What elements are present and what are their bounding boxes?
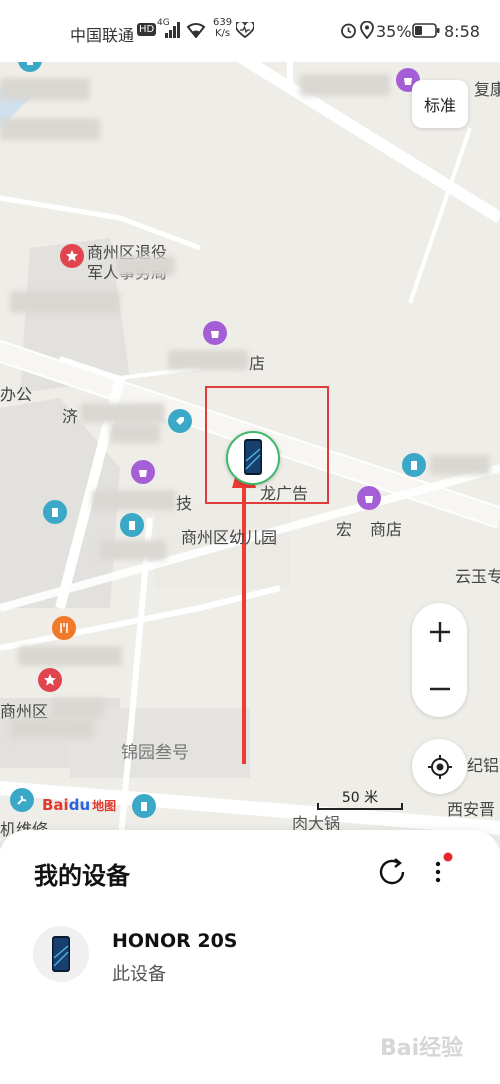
device-avatar[interactable] xyxy=(33,926,89,982)
blurred-label xyxy=(10,291,120,313)
location-icon xyxy=(360,20,374,43)
building-pin-icon[interactable] xyxy=(43,500,67,524)
building-pin-icon[interactable] xyxy=(132,794,156,818)
blurred-label xyxy=(0,78,90,100)
poi-label: 济 xyxy=(62,407,79,426)
government-pin-icon[interactable] xyxy=(38,668,62,692)
battery-percent: 35% xyxy=(376,22,412,41)
poi-label: 云玉专 xyxy=(455,567,500,586)
watermark: Bai经验 xyxy=(380,1036,464,1061)
shop-pin-icon[interactable] xyxy=(357,486,381,510)
building-pin-icon[interactable] xyxy=(402,453,426,477)
clock: 8:58 xyxy=(444,22,480,41)
blurred-label xyxy=(10,718,94,738)
heart-icon xyxy=(235,20,255,42)
phone-icon xyxy=(244,439,262,475)
device-location-marker[interactable] xyxy=(226,431,280,485)
speed-unit: K/s xyxy=(214,28,231,39)
refresh-icon xyxy=(379,858,405,885)
wifi-icon xyxy=(186,21,206,42)
sheet-title: 我的设备 xyxy=(34,862,130,890)
poi-label: 宏 xyxy=(336,520,353,539)
poi-label: 复康 xyxy=(474,80,500,99)
phone-icon xyxy=(52,936,70,972)
government-pin-icon[interactable] xyxy=(60,244,84,268)
blurred-label xyxy=(52,698,104,718)
shop-pin-icon[interactable] xyxy=(203,321,227,345)
restaurant-pin-icon[interactable] xyxy=(52,616,76,640)
logo-text-du: du xyxy=(68,796,91,814)
poi-label: 店 xyxy=(249,354,266,373)
blurred-label xyxy=(18,646,122,666)
crosshair-icon xyxy=(427,754,452,779)
building-pin-icon[interactable] xyxy=(120,513,144,537)
zoom-in-button[interactable] xyxy=(412,603,467,660)
speed-value: 639 xyxy=(213,17,233,28)
notification-dot-icon xyxy=(443,852,453,862)
zoom-out-button[interactable] xyxy=(412,660,467,717)
blurred-label xyxy=(80,403,165,423)
plus-icon xyxy=(429,621,450,642)
blurred-label xyxy=(115,256,175,276)
blurred-label xyxy=(110,423,160,443)
map-style-button[interactable]: 标准 xyxy=(412,80,468,128)
app-root: 中国联通 HD 4G 639 K/s 35% 8:58 复康 商州区退役 办公 … xyxy=(0,0,500,1084)
hd-icon: HD xyxy=(137,23,157,36)
minus-icon xyxy=(429,687,450,690)
carrier-label: 中国联通 xyxy=(70,26,135,45)
shop-pin-icon[interactable] xyxy=(131,460,155,484)
alarm-icon xyxy=(340,22,357,43)
repair-pin-icon[interactable] xyxy=(10,788,34,812)
blurred-label xyxy=(168,350,248,370)
signal-icon xyxy=(164,22,182,42)
device-name[interactable]: HONOR 20S xyxy=(112,930,237,952)
blurred-label xyxy=(100,540,166,560)
poi-label: 技 xyxy=(176,494,193,513)
my-location-button[interactable] xyxy=(412,739,467,794)
blurred-label xyxy=(430,455,490,475)
poi-label: 西安晋 xyxy=(447,800,496,819)
network-speed: 639 K/s xyxy=(213,17,232,39)
more-vertical-icon xyxy=(435,852,453,883)
battery-icon xyxy=(412,23,440,42)
device-subtitle: 此设备 xyxy=(112,964,166,985)
poi-label: 办公 xyxy=(0,385,33,404)
blurred-label xyxy=(0,118,100,140)
tag-pin-icon[interactable] xyxy=(168,409,192,433)
blurred-label xyxy=(300,74,390,96)
logo-text-map: 地图 xyxy=(92,799,117,813)
poi-label: 纪铝 xyxy=(467,756,500,775)
poi-label: 锦园叁号 xyxy=(121,743,189,763)
more-options-button[interactable] xyxy=(426,850,454,890)
map-view[interactable]: 复康 商州区退役 军人事务局 办公 济 店 龙广告 技 商州区幼儿园 宏 商店 … xyxy=(0,48,500,848)
logo-text-bai: Bai xyxy=(42,796,69,814)
map-scale: 50 米 xyxy=(316,787,404,811)
baidu-map-logo: Baidu 地图 xyxy=(42,796,116,820)
poi-label: 商店 xyxy=(370,520,403,539)
refresh-button[interactable] xyxy=(374,854,410,890)
scale-bar xyxy=(317,803,403,810)
blurred-label xyxy=(92,490,176,510)
poi-label: 商州区幼儿园 xyxy=(181,528,278,547)
zoom-controls xyxy=(412,603,467,717)
status-bar: 中国联通 HD 4G 639 K/s 35% 8:58 xyxy=(0,0,500,62)
